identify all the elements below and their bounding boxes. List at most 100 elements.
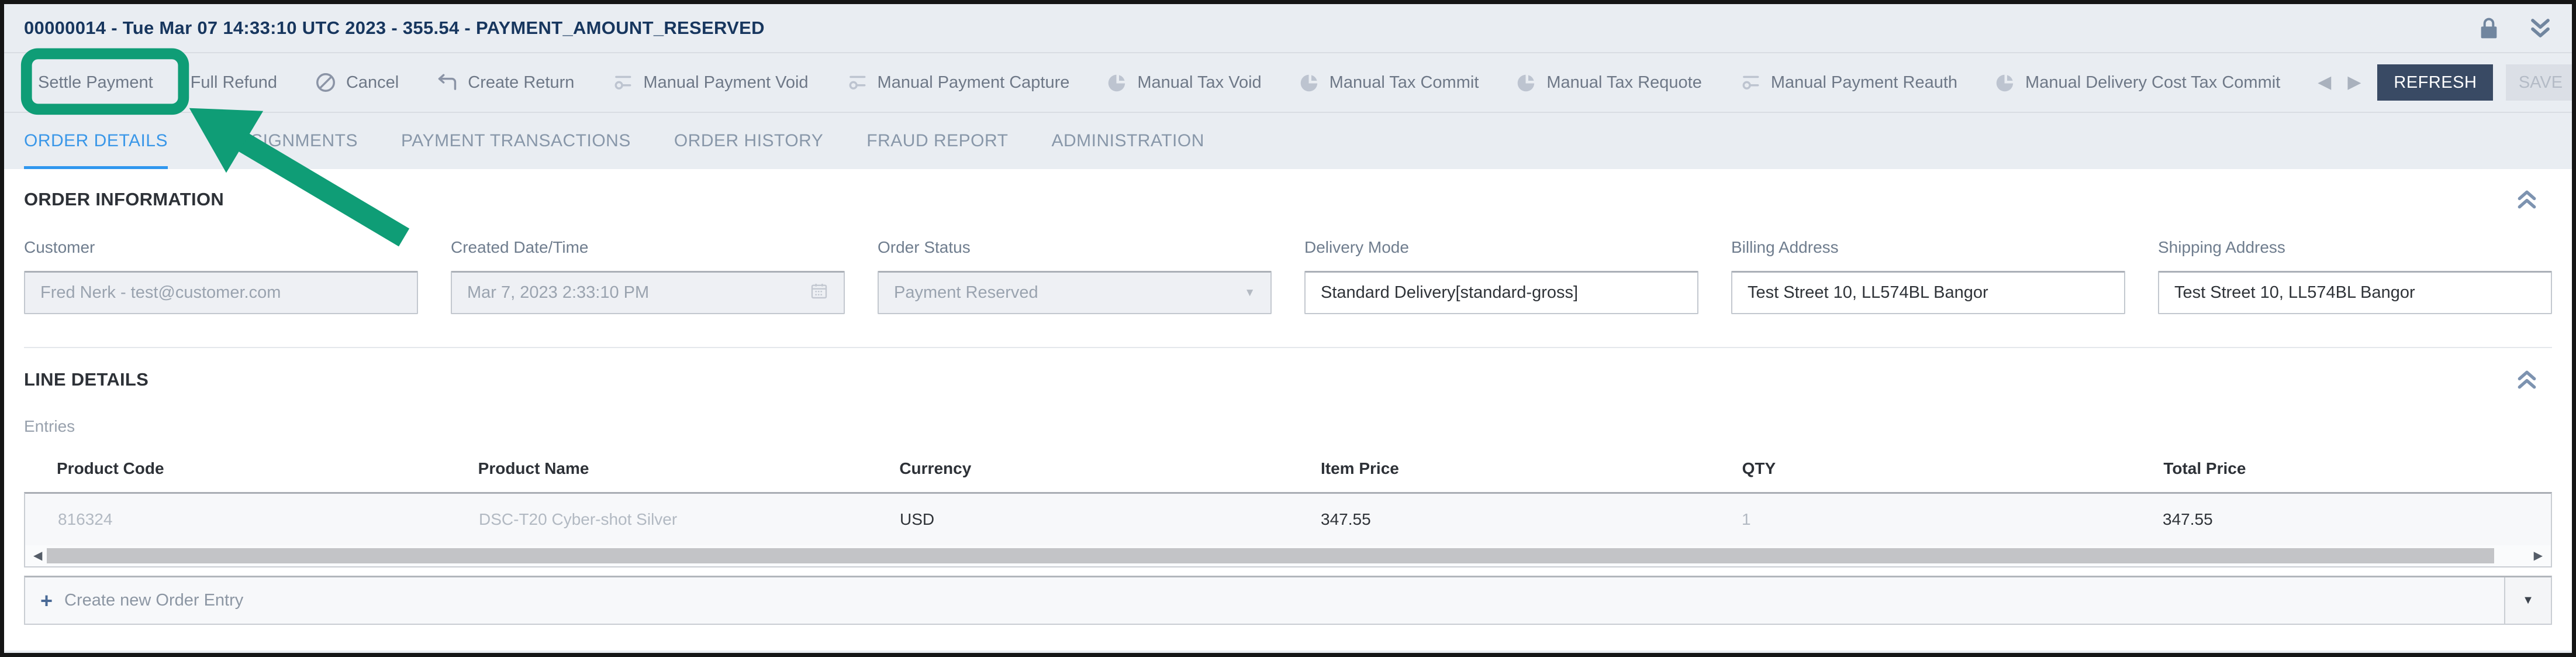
column-currency: Currency: [866, 459, 1288, 478]
cancel-label: Cancel: [346, 73, 399, 92]
tab-administration[interactable]: ADMINISTRATION: [1051, 113, 1204, 169]
horizontal-scrollbar: ◀ ▶: [25, 545, 2551, 566]
customer-field-group: Customer Fred Nerk - test@customer.com: [24, 238, 418, 314]
shipping-address-field[interactable]: Test Street 10, LL574BL Bangor: [2158, 271, 2552, 314]
table-row[interactable]: 816324 DSC-T20 Cyber-shot Silver USD 347…: [25, 494, 2551, 545]
manual-tax-void-label: Manual Tax Void: [1137, 73, 1261, 92]
manual-payment-void-button[interactable]: Manual Payment Void: [612, 71, 808, 94]
order-status-select: Payment Reserved ▼: [878, 271, 1272, 314]
collapse-order-information-icon[interactable]: [2516, 189, 2538, 210]
next-item-arrow[interactable]: ▶: [2347, 74, 2361, 91]
tab-fraud-report[interactable]: FRAUD REPORT: [866, 113, 1008, 169]
full-refund-label: Full Refund: [191, 73, 277, 92]
order-information-fields: Customer Fred Nerk - test@customer.com C…: [24, 238, 2552, 314]
order-status-value: Payment Reserved: [894, 283, 1236, 302]
tax-pie-icon: [1516, 72, 1537, 93]
create-new-order-entry-button[interactable]: + Create new Order Entry: [25, 577, 2504, 624]
tab-consignments[interactable]: CONSIGNMENTS: [211, 113, 358, 169]
billing-address-field[interactable]: Test Street 10, LL574BL Bangor: [1731, 271, 2125, 314]
manual-tax-commit-button[interactable]: Manual Tax Commit: [1299, 72, 1479, 93]
customer-field: Fred Nerk - test@customer.com: [24, 271, 418, 314]
scroll-right-arrow[interactable]: ▶: [2529, 550, 2547, 562]
manual-payment-void-label: Manual Payment Void: [643, 73, 808, 92]
created-datetime-field-group: Created Date/Time Mar 7, 2023 2:33:10 PM: [451, 238, 845, 314]
customer-value: Fred Nerk - test@customer.com: [40, 283, 402, 302]
tax-pie-icon: [1107, 72, 1128, 93]
created-datetime-value: Mar 7, 2023 2:33:10 PM: [467, 283, 802, 302]
manual-payment-capture-label: Manual Payment Capture: [878, 73, 1070, 92]
manual-tax-commit-label: Manual Tax Commit: [1330, 73, 1479, 92]
order-tabs: ORDER DETAILS CONSIGNMENTS PAYMENT TRANS…: [4, 113, 2572, 169]
title-bar: 00000014 - Tue Mar 07 14:33:10 UTC 2023 …: [4, 4, 2572, 53]
lock-icon[interactable]: [2480, 17, 2498, 39]
shipping-address-field-group: Shipping Address Test Street 10, LL574BL…: [2158, 238, 2552, 314]
chevron-down-icon: ▼: [1244, 287, 1255, 300]
full-refund-button[interactable]: Full Refund: [191, 73, 277, 92]
chevron-down-icon: ▼: [2522, 594, 2534, 607]
cell-product-code: 816324: [25, 510, 446, 529]
create-entry-dropdown-button[interactable]: ▼: [2504, 577, 2551, 624]
settle-payment-label: Settle Payment: [38, 73, 153, 92]
delivery-mode-field-group: Delivery Mode Standard Delivery[standard…: [1304, 238, 1698, 314]
manual-delivery-cost-tax-commit-button[interactable]: Manual Delivery Cost Tax Commit: [1995, 72, 2280, 93]
scrollbar-thumb[interactable]: [47, 548, 2494, 563]
manual-tax-requote-button[interactable]: Manual Tax Requote: [1516, 72, 1701, 93]
previous-item-arrow[interactable]: ◀: [2318, 74, 2331, 91]
plus-icon: +: [40, 590, 53, 611]
manual-tax-void-button[interactable]: Manual Tax Void: [1107, 72, 1261, 93]
tab-order-history[interactable]: ORDER HISTORY: [674, 113, 823, 169]
create-return-label: Create Return: [468, 73, 574, 92]
order-status-label: Order Status: [878, 238, 1272, 257]
order-details-panel: ORDER INFORMATION Customer Fred Nerk - t…: [4, 169, 2572, 651]
toolbar-right-controls: ◀ ▶ REFRESH SAVE: [2318, 64, 2575, 101]
manual-delivery-cost-tax-commit-label: Manual Delivery Cost Tax Commit: [2025, 73, 2280, 92]
calendar-icon: [810, 281, 828, 305]
return-arrow-icon: [436, 71, 458, 94]
created-datetime-field: Mar 7, 2023 2:33:10 PM: [451, 271, 845, 314]
order-backoffice-window: 00000014 - Tue Mar 07 14:33:10 UTC 2023 …: [0, 0, 2576, 657]
column-product-name: Product Name: [446, 459, 867, 478]
shipping-address-label: Shipping Address: [2158, 238, 2552, 257]
scroll-left-arrow[interactable]: ◀: [29, 550, 47, 562]
billing-address-label: Billing Address: [1731, 238, 2125, 257]
entries-table-header: Product Code Product Name Currency Item …: [24, 459, 2552, 478]
column-item-price: Item Price: [1288, 459, 1710, 478]
cell-product-name: DSC-T20 Cyber-shot Silver: [446, 510, 867, 529]
delivery-mode-field[interactable]: Standard Delivery[standard-gross]: [1304, 271, 1698, 314]
refresh-button[interactable]: REFRESH: [2377, 64, 2493, 101]
shipping-address-value: Test Street 10, LL574BL Bangor: [2174, 283, 2536, 302]
manual-tax-requote-label: Manual Tax Requote: [1546, 73, 1701, 92]
section-divider: [24, 347, 2552, 348]
settle-payment-button[interactable]: Settle Payment: [38, 73, 153, 92]
title-bar-icons: [2480, 17, 2552, 39]
customer-label: Customer: [24, 238, 418, 257]
billing-address-value: Test Street 10, LL574BL Bangor: [1748, 283, 2109, 302]
payment-key-icon: [846, 71, 868, 94]
payment-key-icon: [1739, 71, 1762, 94]
save-button[interactable]: SAVE: [2506, 64, 2575, 101]
manual-payment-capture-button[interactable]: Manual Payment Capture: [846, 71, 1070, 94]
create-return-button[interactable]: Create Return: [436, 71, 574, 94]
double-chevron-down-icon[interactable]: [2529, 18, 2552, 39]
cell-item-price: 347.55: [1288, 510, 1709, 529]
line-details-heading: LINE DETAILS: [24, 369, 149, 390]
order-information-heading: ORDER INFORMATION: [24, 189, 224, 210]
billing-address-field-group: Billing Address Test Street 10, LL574BL …: [1731, 238, 2125, 314]
delivery-mode-label: Delivery Mode: [1304, 238, 1698, 257]
create-entry-label: Create new Order Entry: [64, 591, 243, 610]
cell-qty: 1: [1709, 510, 2130, 529]
create-new-order-entry-row[interactable]: + Create new Order Entry ▼: [24, 576, 2552, 625]
entries-label: Entries: [24, 417, 2552, 436]
delivery-mode-value: Standard Delivery[standard-gross]: [1321, 283, 1682, 302]
tab-payment-transactions[interactable]: PAYMENT TRANSACTIONS: [401, 113, 631, 169]
order-status-field-group: Order Status Payment Reserved ▼: [878, 238, 1272, 314]
cell-currency: USD: [867, 510, 1288, 529]
tab-order-details[interactable]: ORDER DETAILS: [24, 113, 168, 169]
cancel-icon: [315, 71, 337, 94]
manual-payment-reauth-button[interactable]: Manual Payment Reauth: [1739, 71, 1957, 94]
cell-total-price: 347.55: [2130, 510, 2551, 529]
collapse-line-details-icon[interactable]: [2516, 369, 2538, 390]
column-total-price: Total Price: [2130, 459, 2552, 478]
cancel-button[interactable]: Cancel: [315, 71, 399, 94]
created-datetime-label: Created Date/Time: [451, 238, 845, 257]
